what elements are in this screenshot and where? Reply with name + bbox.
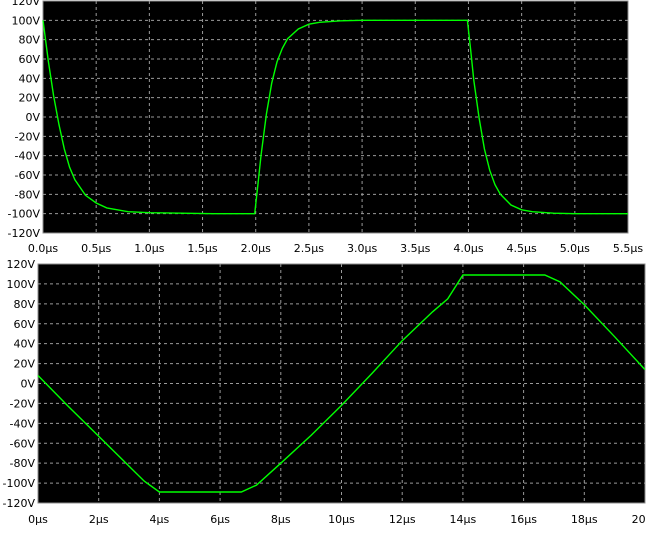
y-tick-label: -40V: [10, 417, 36, 430]
x-tick-label: 4µs: [150, 513, 170, 526]
x-tick-label: 14µs: [450, 513, 477, 526]
y-tick-label: -40V: [15, 150, 41, 163]
x-tick-label: 20µs: [632, 513, 646, 526]
y-tick-label: 40V: [13, 338, 35, 351]
y-tick-label: -60V: [10, 437, 36, 450]
plot-pane-top: 0.0µs 0.5µs 1.0µs 1.5µs 2.0µs 2.5µs 3.0µs 3.5µs…: [8, 0, 644, 255]
y-tick-label: 60V: [18, 53, 40, 66]
x-tick-label: 0.5µs: [81, 242, 111, 255]
y-tick-label: 80V: [18, 34, 40, 47]
x-tick-label: 2µs: [89, 513, 109, 526]
x-tick-label: 12µs: [389, 513, 416, 526]
y-tick-label: -120V: [3, 497, 36, 510]
x-tick-label: 18µs: [571, 513, 598, 526]
x-tick-label: 3.5µs: [400, 242, 430, 255]
x-tick-label: 6µs: [210, 513, 230, 526]
x-tick-label: 2.5µs: [294, 242, 324, 255]
y-tick-label: 20V: [18, 92, 40, 105]
x-tick-label: 0µs: [28, 513, 48, 526]
y-tick-label: 60V: [13, 318, 35, 331]
y-tick-label: -20V: [10, 397, 36, 410]
y-tick-label: -60V: [15, 169, 41, 182]
x-tick-label: 4.0µs: [453, 242, 483, 255]
y-tick-label: -100V: [8, 208, 41, 221]
y-tick-label: -20V: [15, 130, 41, 143]
x-tick-label: 5.5µs: [613, 242, 643, 255]
x-tick-label: 4.5µs: [507, 242, 537, 255]
y-tick-label: -100V: [3, 477, 36, 490]
y-tick-label: 0V: [20, 378, 35, 391]
x-tick-label: 5.0µs: [560, 242, 590, 255]
y-tick-label: 100V: [11, 14, 40, 27]
x-tick-label: 16µs: [510, 513, 537, 526]
y-tick-label: -80V: [10, 457, 36, 470]
x-tick-label: 8µs: [271, 513, 291, 526]
plot-frame-top: [42, 0, 629, 234]
plot-pane-bottom: 0µs 2µs 4µs 6µs 8µs 10µs 12µs 14µs 16µs 18µs 20µs 1…: [3, 258, 646, 526]
y-tick-label: 120V: [6, 258, 35, 271]
x-tick-label: 1.5µs: [187, 242, 217, 255]
waveform-viewer: 0.0µs 0.5µs 1.0µs 1.5µs 2.0µs 2.5µs 3.0µs 3.5µs…: [0, 0, 646, 534]
y-tick-label: -80V: [15, 188, 41, 201]
x-tick-label: 0.0µs: [28, 242, 58, 255]
y-tick-label: 20V: [13, 358, 35, 371]
waveform-plots: 0.0µs 0.5µs 1.0µs 1.5µs 2.0µs 2.5µs 3.0µs 3.5µs…: [3, 0, 646, 526]
y-tick-label: 40V: [18, 72, 40, 85]
y-tick-label: -120V: [8, 227, 41, 240]
x-tick-label: 1.0µs: [134, 242, 164, 255]
x-tick-label: 2.0µs: [241, 242, 271, 255]
y-tick-label: 100V: [6, 278, 35, 291]
x-tick-label: 3.0µs: [347, 242, 377, 255]
y-tick-label: 120V: [11, 0, 40, 8]
y-tick-label: 0V: [25, 111, 40, 124]
y-tick-label: 80V: [13, 298, 35, 311]
x-tick-label: 10µs: [328, 513, 355, 526]
